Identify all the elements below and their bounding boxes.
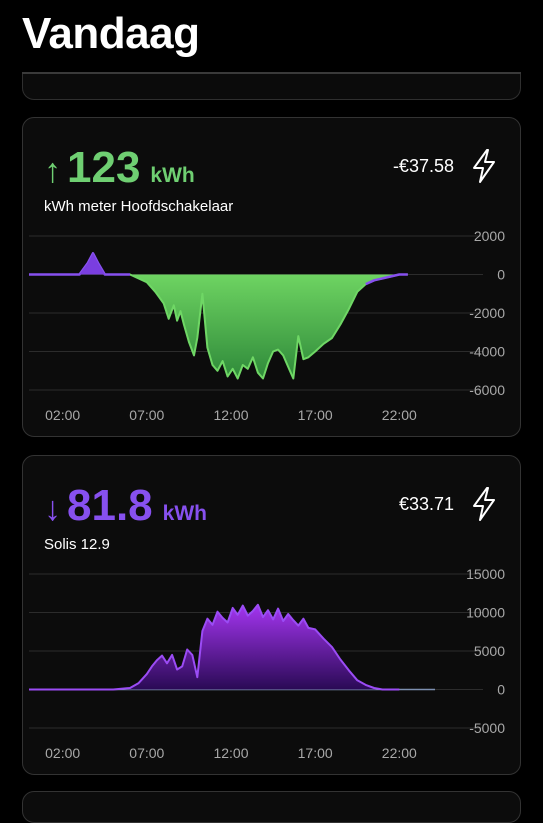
- x-tick-label: 22:00: [382, 745, 417, 761]
- energy-value-row: ↓ 81.8 kWh: [44, 482, 207, 530]
- y-tick-label: 0: [497, 682, 505, 698]
- x-tick-label: 02:00: [45, 745, 80, 761]
- energy-value-row: ↑ 123 kWh: [44, 144, 195, 192]
- device-name: Solis 12.9: [44, 536, 110, 553]
- energy-unit: kWh: [150, 164, 195, 187]
- y-tick-label: -4000: [469, 344, 505, 360]
- device-name: kWh meter Hoofdschakelaar: [44, 198, 234, 215]
- energy-value: 123: [67, 143, 141, 192]
- y-tick-label: -6000: [469, 382, 505, 398]
- x-tick-label: 17:00: [298, 745, 333, 761]
- y-tick-label: 5000: [474, 643, 505, 659]
- cost-value: €33.71: [398, 494, 454, 514]
- next-card[interactable]: [22, 791, 521, 823]
- y-tick-label: 15000: [466, 566, 505, 582]
- energy-chart: 15000 10000 5000 0 -5000 02:00 07:00 12:00 17:00…: [29, 566, 505, 761]
- x-tick-label: 12:00: [213, 407, 248, 423]
- y-tick-label: -2000: [469, 305, 505, 321]
- y-tick-label: 0: [497, 267, 505, 283]
- x-tick-label: 17:00: [298, 407, 333, 423]
- x-tick-label: 02:00: [45, 407, 80, 423]
- energy-chart: 2000 0 -2000 -4000 -6000 02:00 07:00 12:00 17:00…: [29, 228, 505, 423]
- energy-unit: kWh: [162, 502, 207, 525]
- previous-card[interactable]: [22, 74, 521, 100]
- cost-value: -€37.58: [392, 156, 454, 176]
- series-area-positive: [79, 253, 105, 275]
- arrow-up-icon: ↑: [44, 152, 61, 190]
- x-tick-label: 07:00: [129, 407, 164, 423]
- y-tick-label: 10000: [466, 605, 505, 621]
- x-tick-label: 22:00: [382, 407, 417, 423]
- y-tick-label: 2000: [474, 228, 505, 244]
- series-line-positive: [29, 252, 130, 276]
- x-tick-label: 07:00: [129, 745, 164, 761]
- page-title: Vandaag: [22, 9, 200, 58]
- x-tick-label: 12:00: [213, 745, 248, 761]
- y-tick-label: -5000: [469, 720, 505, 736]
- energy-value: 81.8: [67, 481, 153, 530]
- series-area: [29, 604, 400, 690]
- lightning-icon[interactable]: [470, 486, 498, 522]
- energy-card-grid[interactable]: ↑ 123 kWh kWh meter Hoofdschakelaar -€37…: [22, 117, 521, 437]
- energy-card-solar[interactable]: ↓ 81.8 kWh Solis 12.9 €33.71 15000 10000 5…: [22, 455, 521, 775]
- arrow-down-icon: ↓: [44, 490, 61, 528]
- lightning-icon[interactable]: [470, 148, 498, 184]
